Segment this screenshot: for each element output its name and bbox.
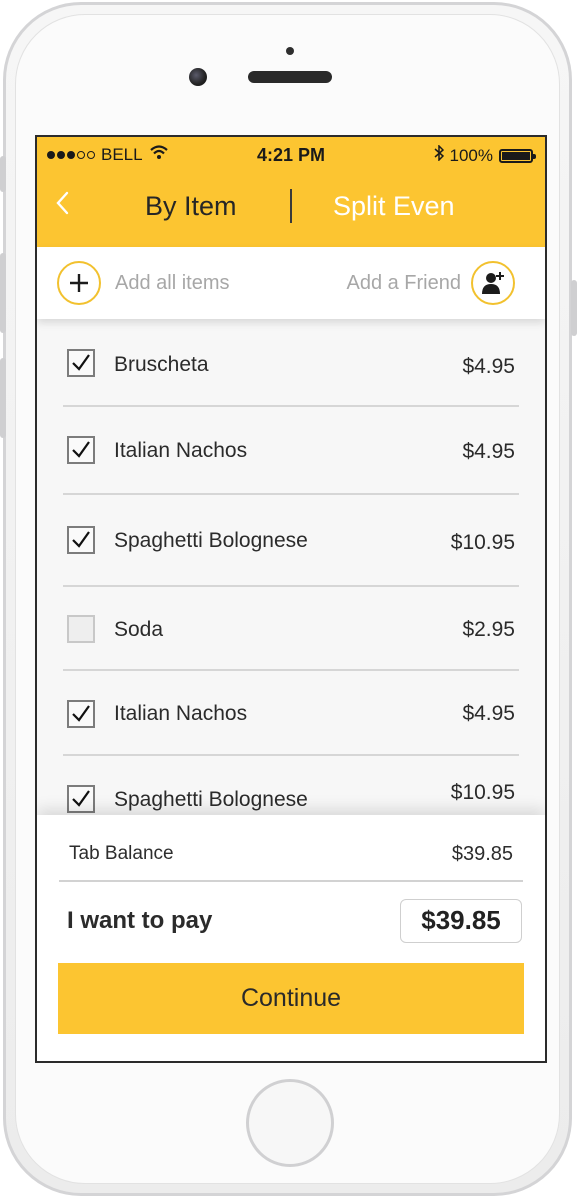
item-name: Italian Nachos (114, 702, 248, 725)
volume-up-button (0, 253, 6, 333)
add-friend-label[interactable]: Add a Friend (346, 272, 461, 295)
plus-icon (70, 274, 88, 292)
status-right: 100% (434, 144, 536, 166)
row-divider (63, 585, 519, 587)
earpiece-speaker (248, 71, 332, 83)
item-name: Spaghetti Bolognese (114, 529, 308, 552)
row-divider (63, 405, 519, 407)
item-price: $4.95 (462, 702, 515, 725)
proximity-sensor (286, 47, 294, 55)
continue-button[interactable]: Continue (58, 963, 524, 1034)
item-price: $4.95 (462, 355, 515, 378)
bluetooth-icon (434, 144, 444, 166)
nav-bar: By Item Split Even (37, 185, 545, 233)
add-friend-button[interactable] (471, 261, 515, 305)
app-screen: BELL 4:21 PM 100% By Item Split Even Add… (35, 135, 547, 1063)
checkmark-icon (72, 790, 90, 807)
back-button[interactable] (55, 191, 69, 221)
battery-icon (499, 148, 536, 163)
balance-divider (59, 880, 523, 882)
ringer-switch (0, 156, 6, 192)
pay-amount-label: I want to pay (67, 907, 213, 934)
item-price: $10.95 (450, 531, 515, 554)
item-price: $2.95 (462, 618, 515, 641)
item-name: Italian Nachos (114, 439, 248, 462)
pay-amount-field[interactable]: $39.85 (400, 899, 522, 943)
item-price: $10.95 (450, 781, 515, 804)
item-checkbox[interactable] (67, 615, 95, 643)
row-divider (63, 669, 519, 671)
battery-percent: 100% (449, 145, 493, 165)
row-divider (63, 493, 519, 495)
add-person-icon (482, 272, 504, 294)
tab-divider (290, 189, 292, 223)
action-bar: Add all items Add a Friend (37, 247, 545, 319)
checkmark-icon (72, 441, 90, 458)
chevron-left-icon (56, 191, 69, 215)
row-divider (63, 754, 519, 756)
tab-split-even[interactable]: Split Even (333, 191, 455, 222)
power-button (571, 280, 577, 336)
item-list: Bruscheta $4.95 Italian Nachos $4.95 Spa… (37, 319, 545, 815)
tab-balance-value: $39.85 (451, 843, 513, 865)
header: BELL 4:21 PM 100% By Item Split Even (37, 137, 545, 247)
status-bar: BELL 4:21 PM 100% (37, 143, 545, 167)
payment-panel: Tab Balance $39.85 I want to pay $39.85 … (37, 815, 545, 1061)
tab-by-item[interactable]: By Item (145, 191, 237, 222)
item-checkbox[interactable] (67, 349, 95, 377)
tab-balance-label: Tab Balance (69, 843, 174, 864)
checkmark-icon (72, 531, 90, 548)
volume-down-button (0, 358, 6, 438)
checkmark-icon (72, 705, 90, 722)
item-checkbox[interactable] (67, 785, 95, 813)
item-price: $4.95 (462, 440, 515, 463)
item-checkbox[interactable] (67, 700, 95, 728)
item-checkbox[interactable] (67, 526, 95, 554)
item-name: Bruscheta (114, 353, 209, 376)
item-name: Spaghetti Bolognese (114, 788, 308, 811)
home-button[interactable] (246, 1079, 334, 1167)
front-camera (189, 68, 207, 86)
item-checkbox[interactable] (67, 436, 95, 464)
add-all-items-button[interactable] (57, 261, 101, 305)
add-all-items-label[interactable]: Add all items (115, 272, 230, 295)
item-name: Soda (114, 618, 164, 641)
checkmark-icon (72, 354, 90, 371)
